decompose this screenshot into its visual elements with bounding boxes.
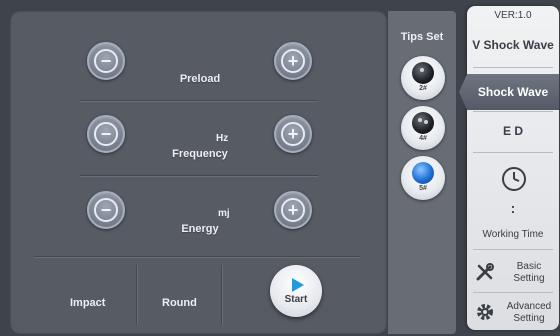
preload-increase-button[interactable]: + bbox=[274, 42, 312, 80]
sidebar-item-ed[interactable]: E D bbox=[467, 124, 559, 138]
tools-icon bbox=[476, 263, 494, 281]
energy-decrease-button[interactable]: − bbox=[87, 191, 125, 229]
sidebar: VER:1.0 V Shock Wave Shock Wave E D : Wo… bbox=[459, 6, 559, 330]
play-icon bbox=[291, 277, 304, 292]
clock-icon bbox=[502, 167, 526, 191]
frequency-decrease-button[interactable]: − bbox=[87, 115, 125, 153]
tip-code: 4# bbox=[419, 135, 427, 142]
sidebar-item-advanced-setting[interactable]: Advanced Setting bbox=[467, 295, 559, 329]
row-divider bbox=[80, 100, 318, 101]
tip-lens-icon bbox=[412, 62, 434, 84]
frequency-unit: Hz bbox=[216, 133, 229, 144]
preload-decrease-button[interactable]: − bbox=[87, 42, 125, 80]
start-label: Start bbox=[284, 293, 308, 305]
sidebar-item-v-shock-wave[interactable]: V Shock Wave bbox=[467, 38, 559, 52]
minus-icon: − bbox=[94, 49, 118, 73]
frequency-label: Frequency bbox=[172, 148, 228, 160]
sidebar-item-label: Shock Wave bbox=[477, 85, 549, 99]
plus-icon: + bbox=[281, 122, 305, 146]
sidebar-item-shock-wave[interactable]: Shock Wave bbox=[459, 74, 559, 110]
working-time-label: Working Time bbox=[482, 229, 544, 240]
tip-lens-icon bbox=[412, 162, 434, 184]
sidebar-divider bbox=[473, 292, 553, 293]
start-button[interactable]: Start bbox=[270, 265, 322, 317]
version-label: VER:1.0 bbox=[494, 10, 532, 21]
sidebar-divider bbox=[473, 152, 553, 153]
tip-4[interactable]: 4# bbox=[401, 106, 445, 150]
working-time-separator: : bbox=[510, 200, 516, 216]
tip-lens-icon bbox=[412, 112, 434, 134]
tips-title: Tips Set bbox=[400, 31, 444, 43]
tips-panel: Tips Set 2# 4# 5# bbox=[388, 11, 456, 334]
sidebar-divider bbox=[473, 67, 553, 68]
preload-label: Preload bbox=[179, 73, 221, 85]
impact-label[interactable]: Impact bbox=[70, 297, 105, 309]
bottom-divider bbox=[136, 265, 137, 325]
sidebar-divider bbox=[473, 249, 553, 250]
main-panel: − Preload + − Hz Frequency + − mj Energy… bbox=[10, 11, 387, 334]
frequency-increase-button[interactable]: + bbox=[274, 115, 312, 153]
tip-code: 2# bbox=[419, 85, 427, 92]
energy-increase-button[interactable]: + bbox=[274, 191, 312, 229]
gear-icon bbox=[477, 304, 493, 320]
tip-2[interactable]: 2# bbox=[401, 56, 445, 100]
sidebar-item-working-time[interactable]: : Working Time bbox=[467, 156, 559, 246]
advanced-setting-line2: Setting bbox=[513, 313, 545, 324]
sidebar-divider bbox=[473, 111, 553, 112]
basic-setting-line1: Basic bbox=[516, 261, 542, 272]
tip-dot bbox=[418, 118, 422, 122]
bottom-divider bbox=[221, 265, 222, 325]
row-divider bbox=[34, 256, 360, 257]
tip-dot bbox=[424, 120, 428, 124]
energy-label: Energy bbox=[181, 223, 219, 235]
round-label[interactable]: Round bbox=[162, 297, 197, 309]
tip-dot bbox=[420, 68, 424, 72]
energy-unit: mj bbox=[218, 208, 230, 219]
plus-icon: + bbox=[281, 198, 305, 222]
row-divider bbox=[80, 175, 318, 176]
tip-5[interactable]: 5# bbox=[401, 156, 445, 200]
minus-icon: − bbox=[94, 198, 118, 222]
basic-setting-line2: Setting bbox=[513, 273, 545, 284]
sidebar-item-basic-setting[interactable]: Basic Setting bbox=[467, 252, 559, 292]
minus-icon: − bbox=[94, 122, 118, 146]
advanced-setting-line1: Advanced bbox=[506, 301, 552, 312]
plus-icon: + bbox=[281, 49, 305, 73]
tip-code: 5# bbox=[419, 185, 427, 192]
